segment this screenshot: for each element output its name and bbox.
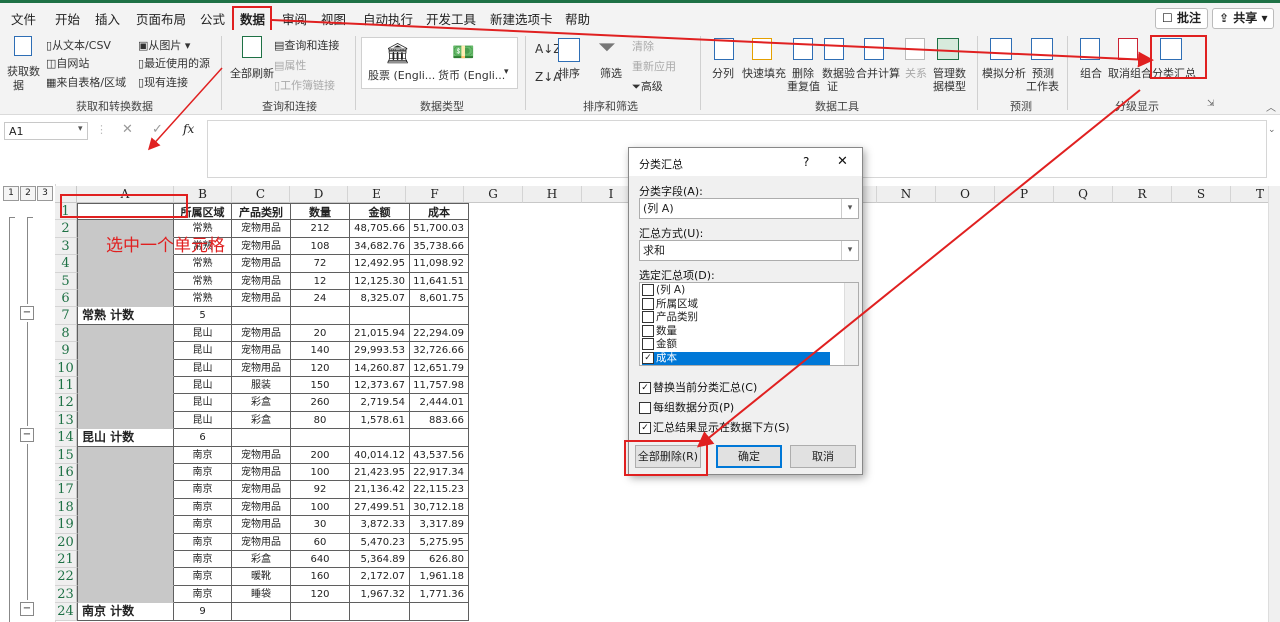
arrow-to-remove-all xyxy=(696,89,1141,448)
arrow-to-subtotal xyxy=(271,19,1154,68)
annotation-arrows xyxy=(147,19,1154,448)
arrow-to-cell xyxy=(147,67,223,151)
